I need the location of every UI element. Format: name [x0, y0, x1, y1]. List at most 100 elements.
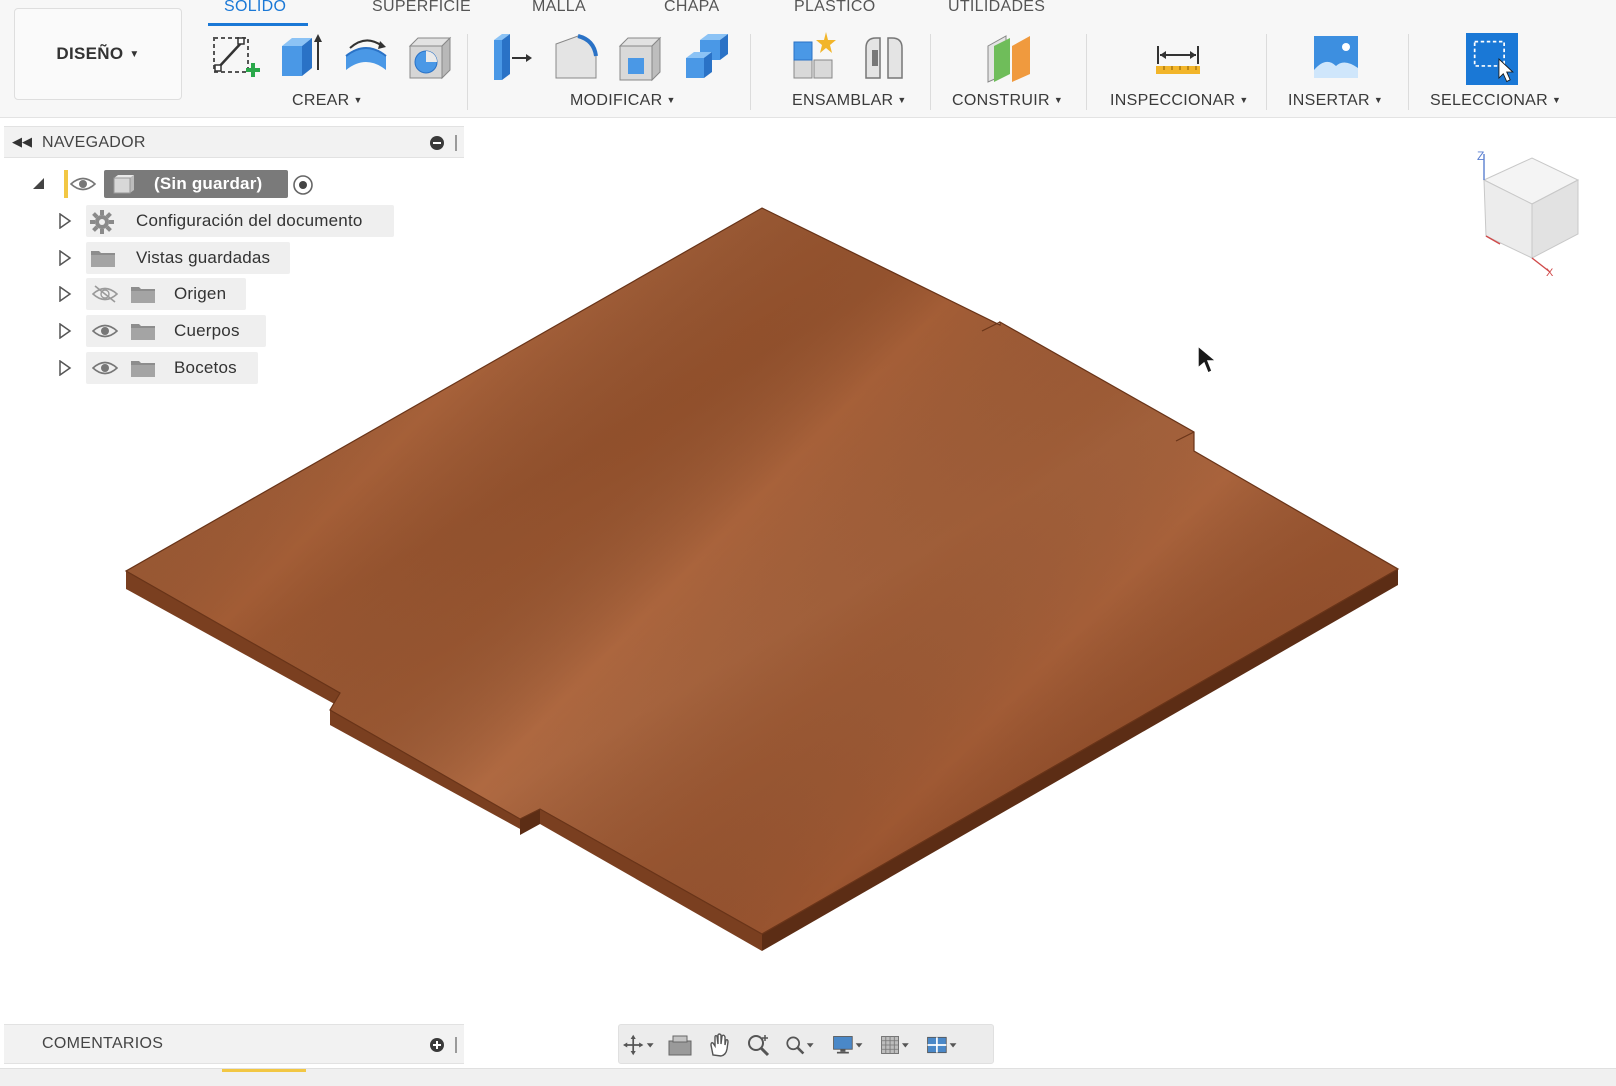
add-comment-button[interactable] [430, 1038, 444, 1052]
measure-icon [1156, 46, 1200, 74]
display-settings-icon[interactable] [831, 1033, 865, 1057]
collapsed-triangle-icon[interactable] [58, 360, 72, 376]
visibility-eye-icon[interactable] [92, 359, 118, 377]
viewports-icon[interactable] [925, 1033, 959, 1057]
insert-image-tool[interactable] [1310, 30, 1362, 84]
toolbar-divider [1266, 34, 1267, 110]
new-component-tool[interactable] [790, 30, 842, 84]
press-pull-tool[interactable] [484, 30, 536, 84]
group-ensamblar-dropdown[interactable]: ENSAMBLAR ▼ [792, 92, 907, 110]
tab-plastico[interactable]: PLÁSTICO [794, 0, 876, 16]
panel-minimize-button[interactable] [430, 136, 444, 150]
tab-chapa[interactable]: CHAPA [664, 0, 719, 16]
chevron-down-icon: ▼ [897, 95, 907, 105]
browser-header: ◀◀ NAVEGADOR [4, 126, 464, 158]
tree-item-bodies[interactable]: Cuerpos [4, 315, 464, 347]
select-tool[interactable] [1466, 30, 1518, 85]
zoom-window-icon[interactable] [783, 1033, 817, 1057]
tree-item-label: Origen [174, 284, 227, 303]
group-modificar-label: MODIFICAR [570, 92, 663, 109]
folder-icon [91, 251, 115, 267]
chamfer-tool[interactable] [614, 30, 666, 84]
combine-tool[interactable] [680, 30, 732, 84]
joint-icon [865, 37, 903, 79]
revolve-icon [345, 39, 387, 70]
visibility-hidden-eye-icon[interactable] [92, 285, 118, 303]
tree-item-saved-views[interactable]: Vistas guardadas [4, 242, 464, 274]
collapsed-triangle-icon[interactable] [58, 286, 72, 302]
fillet-tool[interactable] [550, 30, 602, 84]
folder-icon [131, 287, 155, 303]
viewcube[interactable]: Z X [1474, 148, 1594, 279]
visibility-eye-icon[interactable] [92, 322, 118, 340]
chevron-down-icon: ▼ [1239, 95, 1249, 105]
tree-root[interactable]: (Sin guardar) [4, 168, 464, 200]
browser-title: NAVEGADOR [42, 134, 146, 151]
offset-plane-tool[interactable] [984, 30, 1036, 84]
group-crear-label: CREAR [292, 92, 350, 109]
new-component-icon [793, 32, 836, 79]
tree-item-origin[interactable]: Origen [4, 278, 464, 310]
viewcube-icon[interactable]: Z X [1474, 148, 1594, 279]
group-construir-dropdown[interactable]: CONSTRUIR ▼ [952, 92, 1063, 110]
group-inspeccionar-dropdown[interactable]: INSPECCIONAR ▼ [1110, 92, 1249, 110]
chevron-down-icon: ▼ [353, 95, 363, 105]
tab-superficie[interactable]: SUPERFICIE [372, 0, 471, 16]
panel-resize-handle[interactable] [455, 1037, 457, 1053]
tree-item-label: Bocetos [174, 358, 237, 377]
root-label: (Sin guardar) [154, 174, 263, 193]
comments-panel: COMENTARIOS [4, 1024, 464, 1064]
tab-utilidades[interactable]: UTILIDADES [948, 0, 1045, 16]
hole-icon [408, 36, 452, 80]
zoom-icon[interactable] [743, 1033, 777, 1057]
group-crear-dropdown[interactable]: CREAR ▼ [292, 92, 363, 110]
tree-item-label: Vistas guardadas [136, 248, 271, 267]
toolbar: DISEÑO ▼ SOLIDO SUPERFICIE MALLA CHAPA PL… [0, 0, 1616, 118]
press-pull-icon [494, 34, 532, 80]
group-seleccionar-dropdown[interactable]: SELECCIONAR ▼ [1430, 92, 1561, 110]
look-at-icon[interactable] [663, 1033, 697, 1057]
tree-item-sketches[interactable]: Bocetos [4, 352, 464, 384]
toolbar-divider [467, 34, 468, 110]
tab-malla[interactable]: MALLA [532, 0, 586, 16]
tree-item-document-settings[interactable]: Configuración del documento [4, 205, 464, 237]
browser-panel: ◀◀ NAVEGADOR (Sin guardar) Configuración… [4, 126, 464, 396]
group-modificar-dropdown[interactable]: MODIFICAR ▼ [570, 92, 676, 110]
panel-resize-handle[interactable] [455, 135, 457, 151]
gear-icon [90, 210, 114, 234]
tab-solido[interactable]: SOLIDO [224, 0, 286, 16]
visibility-eye-icon[interactable] [70, 175, 96, 193]
extrude-tool[interactable] [274, 30, 326, 84]
comments-title: COMENTARIOS [42, 1035, 164, 1052]
folder-icon [131, 324, 155, 340]
tree-item-label: Cuerpos [174, 321, 240, 340]
mouse-cursor-icon [1197, 344, 1218, 374]
expanded-triangle-icon[interactable] [32, 176, 46, 192]
orbit-icon[interactable] [623, 1033, 657, 1057]
fusion-app-window: DISEÑO ▼ SOLIDO SUPERFICIE MALLA CHAPA PL… [0, 0, 1616, 1086]
workspace-dropdown[interactable]: DISEÑO ▼ [14, 8, 182, 100]
collapsed-triangle-icon[interactable] [58, 213, 72, 229]
activate-radio-icon[interactable] [292, 174, 314, 196]
folder-icon [131, 361, 155, 377]
collapsed-triangle-icon[interactable] [58, 250, 72, 266]
toolbar-divider [1408, 34, 1409, 110]
group-inspeccionar-label: INSPECCIONAR [1110, 92, 1236, 109]
toolbar-divider [930, 34, 931, 110]
revolve-tool[interactable] [340, 30, 392, 84]
hole-tool[interactable] [404, 30, 456, 84]
group-insertar-dropdown[interactable]: INSERTAR ▼ [1288, 92, 1383, 110]
measure-tool[interactable] [1152, 30, 1204, 84]
create-sketch-tool[interactable] [208, 30, 260, 84]
group-seleccionar-label: SELECCIONAR [1430, 92, 1548, 109]
joint-tool[interactable] [858, 30, 910, 84]
status-bar [0, 1068, 1616, 1086]
chevron-down-icon: ▼ [1552, 95, 1562, 105]
offset-plane-icon [987, 35, 1030, 83]
collapsed-triangle-icon[interactable] [58, 323, 72, 339]
pan-hand-icon[interactable] [703, 1033, 737, 1057]
grid-settings-icon[interactable] [879, 1033, 913, 1057]
group-ensamblar-label: ENSAMBLAR [792, 92, 894, 109]
shell-icon [618, 36, 662, 82]
collapse-panel-icon[interactable]: ◀◀ [12, 134, 32, 150]
